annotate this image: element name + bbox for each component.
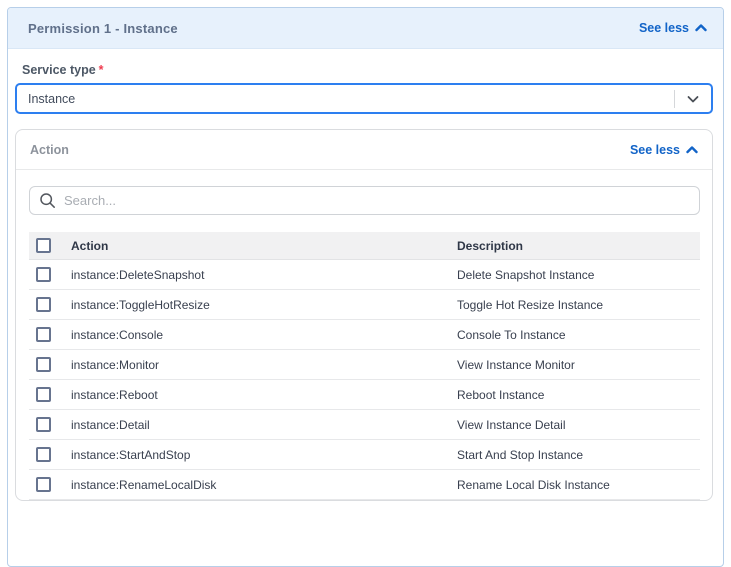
see-less-label: See less xyxy=(639,21,689,35)
action-see-less-button[interactable]: See less xyxy=(630,143,698,157)
row-checkbox[interactable] xyxy=(36,357,51,372)
row-description: View Instance Monitor xyxy=(457,358,700,372)
table-row[interactable]: instance:ToggleHotResize Toggle Hot Resi… xyxy=(29,290,700,320)
search-input[interactable] xyxy=(64,193,690,208)
table-row[interactable]: instance:DeleteSnapshot Delete Snapshot … xyxy=(29,260,700,290)
actions-table: Action Description instance:DeleteSnapsh… xyxy=(29,232,700,500)
row-action-name: instance:RenameLocalDisk xyxy=(71,478,457,492)
row-checkbox[interactable] xyxy=(36,387,51,402)
table-header-row: Action Description xyxy=(29,232,700,260)
column-header-description: Description xyxy=(457,239,700,253)
row-action-name: instance:ToggleHotResize xyxy=(71,298,457,312)
action-search xyxy=(29,186,700,215)
see-less-label: See less xyxy=(630,143,680,157)
column-header-action: Action xyxy=(71,239,457,253)
row-description: Console To Instance xyxy=(457,328,700,342)
row-checkbox[interactable] xyxy=(36,477,51,492)
table-row[interactable]: instance:StartAndStop Start And Stop Ins… xyxy=(29,440,700,470)
row-description: Rename Local Disk Instance xyxy=(457,478,700,492)
row-description: Reboot Instance xyxy=(457,388,700,402)
required-asterisk: * xyxy=(99,63,104,77)
service-type-label: Service type* xyxy=(22,63,713,77)
row-action-name: instance:Detail xyxy=(71,418,457,432)
chevron-up-icon xyxy=(695,24,707,32)
panel-content: Service type* Instance Action See less xyxy=(8,49,723,501)
service-type-select[interactable]: Instance xyxy=(15,83,713,114)
row-action-name: instance:Console xyxy=(71,328,457,342)
row-action-name: instance:StartAndStop xyxy=(71,448,457,462)
search-icon xyxy=(39,192,56,209)
table-body: instance:DeleteSnapshot Delete Snapshot … xyxy=(29,260,700,500)
permission-panel: Permission 1 - Instance See less Service… xyxy=(7,7,724,567)
row-action-name: instance:Monitor xyxy=(71,358,457,372)
chevron-up-icon xyxy=(686,146,698,154)
row-checkbox[interactable] xyxy=(36,297,51,312)
row-action-name: instance:DeleteSnapshot xyxy=(71,268,457,282)
row-description: Toggle Hot Resize Instance xyxy=(457,298,700,312)
table-row[interactable]: instance:Reboot Reboot Instance xyxy=(29,380,700,410)
table-row[interactable]: instance:Detail View Instance Detail xyxy=(29,410,700,440)
row-checkbox[interactable] xyxy=(36,267,51,282)
row-checkbox[interactable] xyxy=(36,447,51,462)
row-description: View Instance Detail xyxy=(457,418,700,432)
service-type-value: Instance xyxy=(17,92,674,106)
panel-see-less-button[interactable]: See less xyxy=(639,21,707,35)
table-row[interactable]: instance:Console Console To Instance xyxy=(29,320,700,350)
row-checkbox[interactable] xyxy=(36,327,51,342)
table-row[interactable]: instance:Monitor View Instance Monitor xyxy=(29,350,700,380)
chevron-down-icon[interactable] xyxy=(675,95,711,103)
action-section: Action See less xyxy=(15,129,713,501)
action-section-title: Action xyxy=(30,143,69,157)
row-action-name: instance:Reboot xyxy=(71,388,457,402)
action-section-header: Action See less xyxy=(16,130,712,170)
panel-title: Permission 1 - Instance xyxy=(28,21,178,36)
row-checkbox[interactable] xyxy=(36,417,51,432)
table-row[interactable]: instance:RenameLocalDisk Rename Local Di… xyxy=(29,470,700,500)
row-description: Start And Stop Instance xyxy=(457,448,700,462)
permission-panel-header: Permission 1 - Instance See less xyxy=(8,8,723,49)
select-all-checkbox[interactable] xyxy=(36,238,51,253)
row-description: Delete Snapshot Instance xyxy=(457,268,700,282)
